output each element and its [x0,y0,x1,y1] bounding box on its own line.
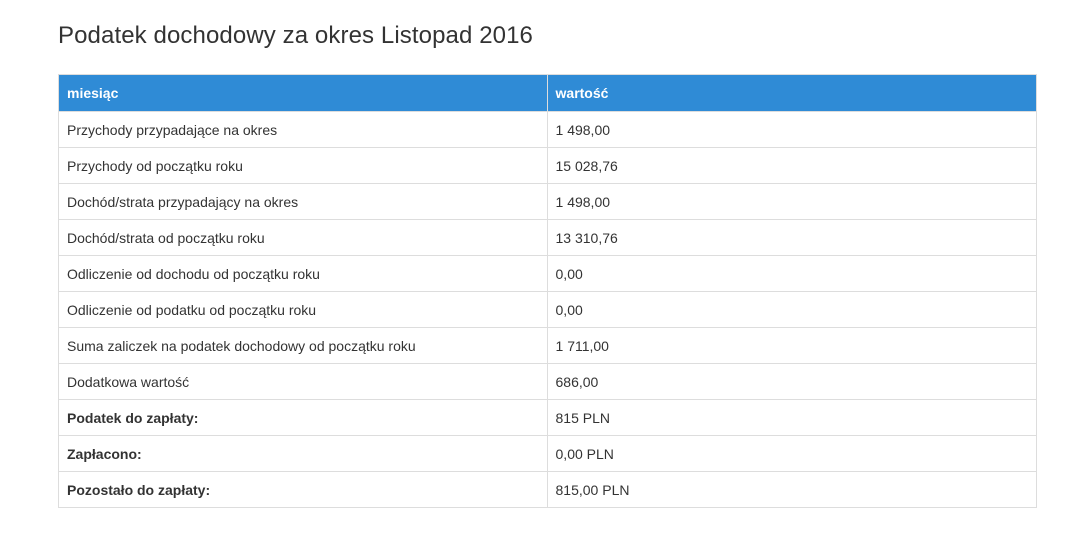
row-value: 1 498,00 [546,111,1038,148]
row-value: 686,00 [546,363,1038,400]
column-header-month[interactable]: miesiąc [58,74,548,112]
row-value: 0,00 PLN [546,435,1038,472]
row-label: Dochód/strata przypadający na okres [58,183,548,220]
table-row: Przychody od początku roku 15 028,76 [58,147,1038,184]
row-label: Odliczenie od dochodu od początku roku [58,255,548,292]
row-label: Przychody od początku roku [58,147,548,184]
table-row-tax-due: Podatek do zapłaty: 815 PLN [58,399,1038,436]
row-value: 1 498,00 [546,183,1038,220]
table-row: Odliczenie od podatku od początku roku 0… [58,291,1038,328]
table-row: Dochód/strata przypadający na okres 1 49… [58,183,1038,220]
row-label: Suma zaliczek na podatek dochodowy od po… [58,327,548,364]
row-label: Zapłacono: [58,435,548,472]
tax-summary-table: miesiąc wartość Przychody przypadające n… [58,74,1038,508]
table-body: Przychody przypadające na okres 1 498,00… [58,111,1038,508]
table-row-remaining: Pozostało do zapłaty: 815,00 PLN [58,471,1038,508]
row-value: 815,00 PLN [546,471,1038,508]
table-row: Dochód/strata od początku roku 13 310,76 [58,219,1038,256]
row-value: 1 711,00 [546,327,1038,364]
table-row: Przychody przypadające na okres 1 498,00 [58,111,1038,148]
row-label: Odliczenie od podatku od początku roku [58,291,548,328]
table-row: Dodatkowa wartość 686,00 [58,363,1038,400]
row-label: Dochód/strata od początku roku [58,219,548,256]
row-value: 13 310,76 [546,219,1038,256]
row-label: Dodatkowa wartość [58,363,548,400]
row-label: Przychody przypadające na okres [58,111,548,148]
row-value: 0,00 [546,255,1038,292]
table-header-row: miesiąc wartość [58,74,1038,112]
table-row: Suma zaliczek na podatek dochodowy od po… [58,327,1038,364]
row-value: 815 PLN [546,399,1038,436]
row-value: 15 028,76 [546,147,1038,184]
table-row: Odliczenie od dochodu od początku roku 0… [58,255,1038,292]
table-row-paid: Zapłacono: 0,00 PLN [58,435,1038,472]
row-value: 0,00 [546,291,1038,328]
row-label: Pozostało do zapłaty: [58,471,548,508]
page-title: Podatek dochodowy za okres Listopad 2016 [58,22,533,49]
column-header-value[interactable]: wartość [546,74,1038,112]
row-label: Podatek do zapłaty: [58,399,548,436]
table-header: miesiąc wartość [58,74,1038,112]
